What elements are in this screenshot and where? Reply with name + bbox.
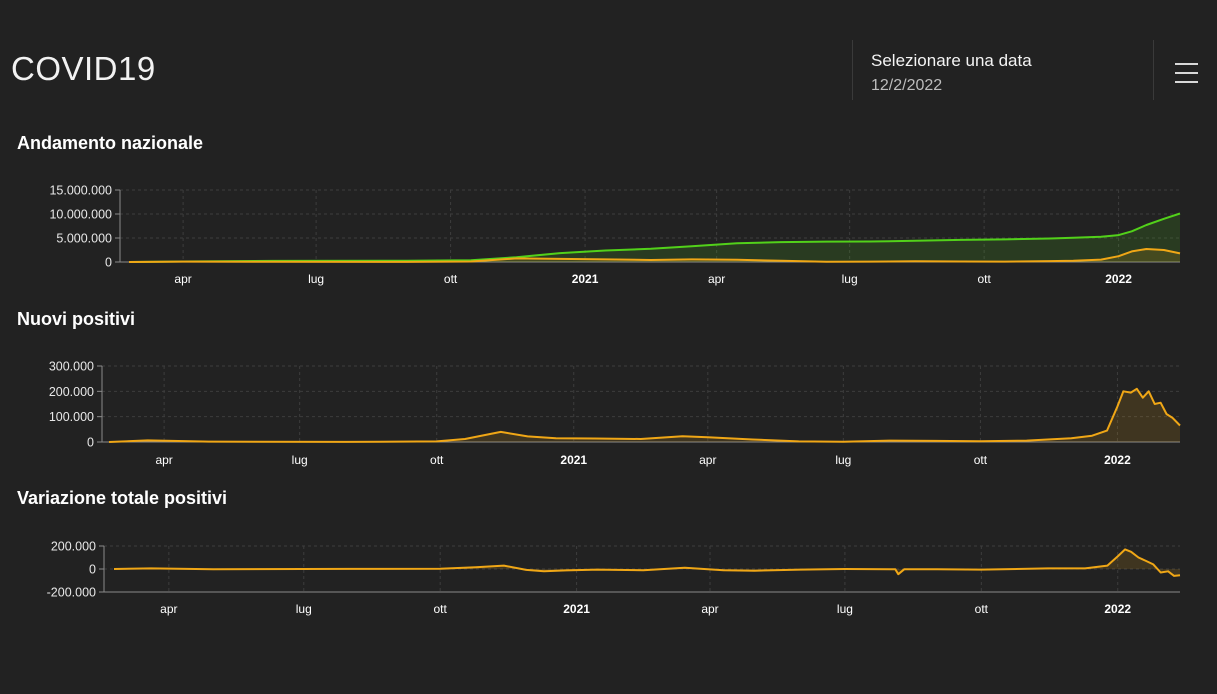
x-tick-label: ott [434, 602, 448, 616]
x-tick-label: 2021 [563, 602, 590, 616]
x-tick-label: ott [974, 453, 988, 467]
x-tick-label: ott [444, 272, 458, 286]
y-tick-label: 5.000.000 [56, 232, 112, 246]
y-tick-label: -200.000 [47, 586, 96, 600]
menu-line [1175, 72, 1198, 74]
y-tick-label: 0 [89, 563, 96, 577]
x-tick-label: lug [308, 272, 324, 286]
x-tick-label: apr [699, 453, 716, 467]
x-tick-label: apr [701, 602, 718, 616]
menu-line [1175, 81, 1198, 83]
x-tick-label: 2022 [1104, 453, 1131, 467]
date-picker-label: Selezionare una data [871, 51, 1032, 70]
y-tick-label: 0 [87, 436, 94, 450]
menu-line [1175, 63, 1198, 65]
date-picker-value[interactable]: 12/2/2022 [871, 77, 942, 95]
y-tick-label: 200.000 [51, 540, 96, 554]
x-tick-label: ott [975, 602, 989, 616]
x-tick-label: 2022 [1105, 272, 1132, 286]
series-line [113, 548, 1181, 577]
series-area [109, 388, 1180, 442]
series-line [108, 387, 1181, 443]
y-tick-label: 10.000.000 [49, 208, 112, 222]
x-tick-label: apr [155, 453, 172, 467]
y-tick-label: 0 [105, 256, 112, 270]
x-tick-label: ott [977, 272, 991, 286]
chart-title-variazione-totale-positivi: Variazione totale positivi [17, 488, 228, 508]
x-tick-label: ott [430, 453, 444, 467]
y-tick-label: 15.000.000 [49, 184, 112, 198]
x-tick-label: apr [160, 602, 177, 616]
x-tick-label: apr [708, 272, 725, 286]
app-title: COVID19 [11, 50, 156, 87]
x-tick-label: lug [842, 272, 858, 286]
x-tick-label: 2021 [560, 453, 587, 467]
x-tick-label: lug [837, 602, 853, 616]
series-area [114, 549, 1180, 576]
hamburger-menu-icon[interactable] [1166, 58, 1206, 90]
x-tick-label: lug [835, 453, 851, 467]
chart-title-andamento-nazionale: Andamento nazionale [17, 133, 204, 153]
nuovi-positivi-chart: 0 100.000 200.000 300.000 apr lug ott 2021 apr lu… [49, 360, 1181, 467]
date-picker[interactable]: Selezionare una data 12/2/2022 [852, 40, 1154, 100]
andamento-nazionale-chart: 0 5.000.000 10.000.000 15.000.000 apr lug ott 2… [49, 184, 1181, 286]
variazione-totale-positivi-chart: -200.000 0 200.000 apr lug ott 2021 apr lug ott 20… [47, 540, 1181, 616]
x-tick-label: 2021 [572, 272, 599, 286]
x-tick-label: 2022 [1104, 602, 1131, 616]
x-tick-label: apr [174, 272, 191, 286]
y-tick-label: 300.000 [49, 360, 94, 374]
chart-title-nuovi-positivi: Nuovi positivi [17, 309, 136, 329]
y-tick-label: 100.000 [49, 410, 94, 424]
y-tick-label: 200.000 [49, 385, 94, 399]
x-tick-label: lug [292, 453, 308, 467]
x-tick-label: lug [296, 602, 312, 616]
